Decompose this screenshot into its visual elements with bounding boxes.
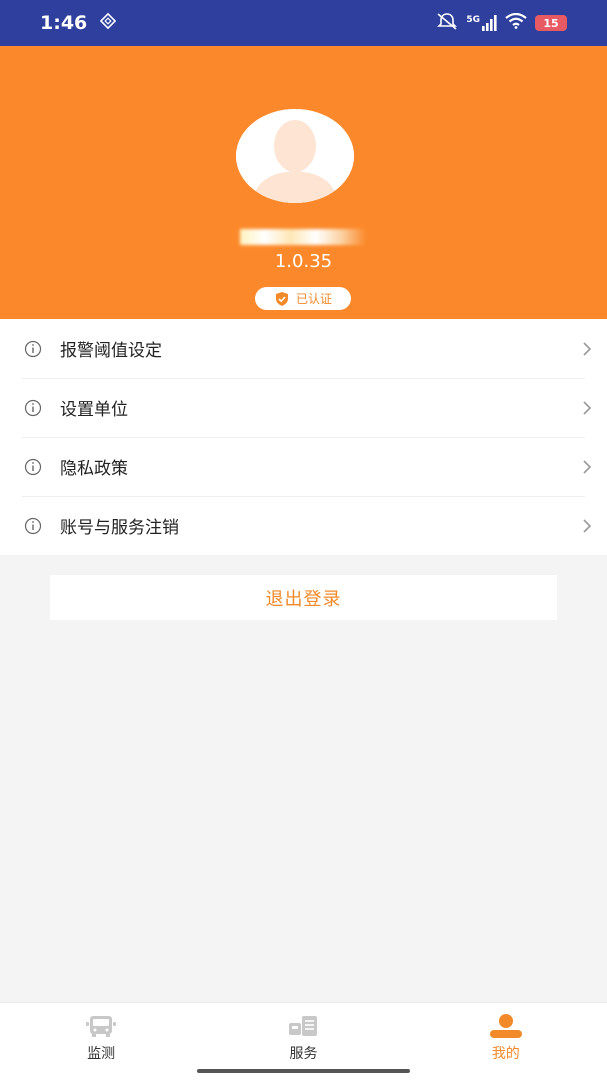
info-icon <box>24 458 42 475</box>
status-bar: 1:46 5G 15 <box>0 0 607 46</box>
menu-item-label: 报警阈值设定 <box>60 341 162 361</box>
battery-icon: 15 <box>535 15 567 31</box>
chevron-right-icon <box>583 459 592 474</box>
home-indicator[interactable] <box>197 1069 410 1073</box>
tab-mine[interactable]: 我的 <box>405 1003 607 1080</box>
menu-item-set-unit[interactable]: 设置单位 <box>0 378 607 437</box>
menu-item-account-deletion[interactable]: 账号与服务注销 <box>0 496 607 555</box>
info-icon <box>24 340 42 357</box>
status-right: 5G 15 <box>436 12 567 34</box>
menu-item-label: 设置单位 <box>60 400 128 420</box>
info-icon <box>24 399 42 416</box>
settings-menu: 报警阈值设定 设置单位 隐私政策 账号与服务注销 <box>0 319 607 555</box>
tab-monitor[interactable]: 监测 <box>0 1003 202 1080</box>
profile-icon <box>489 1014 522 1038</box>
default-avatar-icon <box>236 109 354 203</box>
app-version: 1.0.35 <box>274 251 333 272</box>
avatar[interactable] <box>236 109 354 203</box>
menu-item-label: 账号与服务注销 <box>60 518 179 538</box>
logout-button[interactable]: 退出登录 <box>50 575 557 620</box>
wifi-icon <box>505 12 527 33</box>
tab-label: 我的 <box>491 1046 520 1062</box>
truck-monitor-icon <box>86 1016 117 1037</box>
shield-check-icon <box>275 291 288 306</box>
verified-badge: 已认证 <box>255 287 351 310</box>
menu-item-alarm-threshold[interactable]: 报警阈值设定 <box>0 319 607 378</box>
status-left: 1:46 <box>40 12 117 34</box>
service-icon <box>289 1016 318 1036</box>
profile-header: 1.0.35 已认证 <box>0 46 607 319</box>
chevron-right-icon <box>583 341 592 356</box>
tab-label: 监测 <box>87 1046 116 1062</box>
chevron-right-icon <box>583 400 592 415</box>
info-icon <box>24 517 42 534</box>
chevron-right-icon <box>583 518 592 533</box>
silent-mode-icon <box>436 12 458 34</box>
cellular-signal-icon: 5G <box>466 15 497 31</box>
tab-label: 服务 <box>289 1046 318 1062</box>
status-time: 1:46 <box>40 12 88 34</box>
menu-item-label: 隐私政策 <box>60 459 128 479</box>
verified-label: 已认证 <box>295 292 332 306</box>
app-notification-icon <box>99 12 117 34</box>
menu-item-privacy-policy[interactable]: 隐私政策 <box>0 437 607 496</box>
username-redacted <box>240 229 366 245</box>
network-type-label: 5G <box>466 15 480 25</box>
